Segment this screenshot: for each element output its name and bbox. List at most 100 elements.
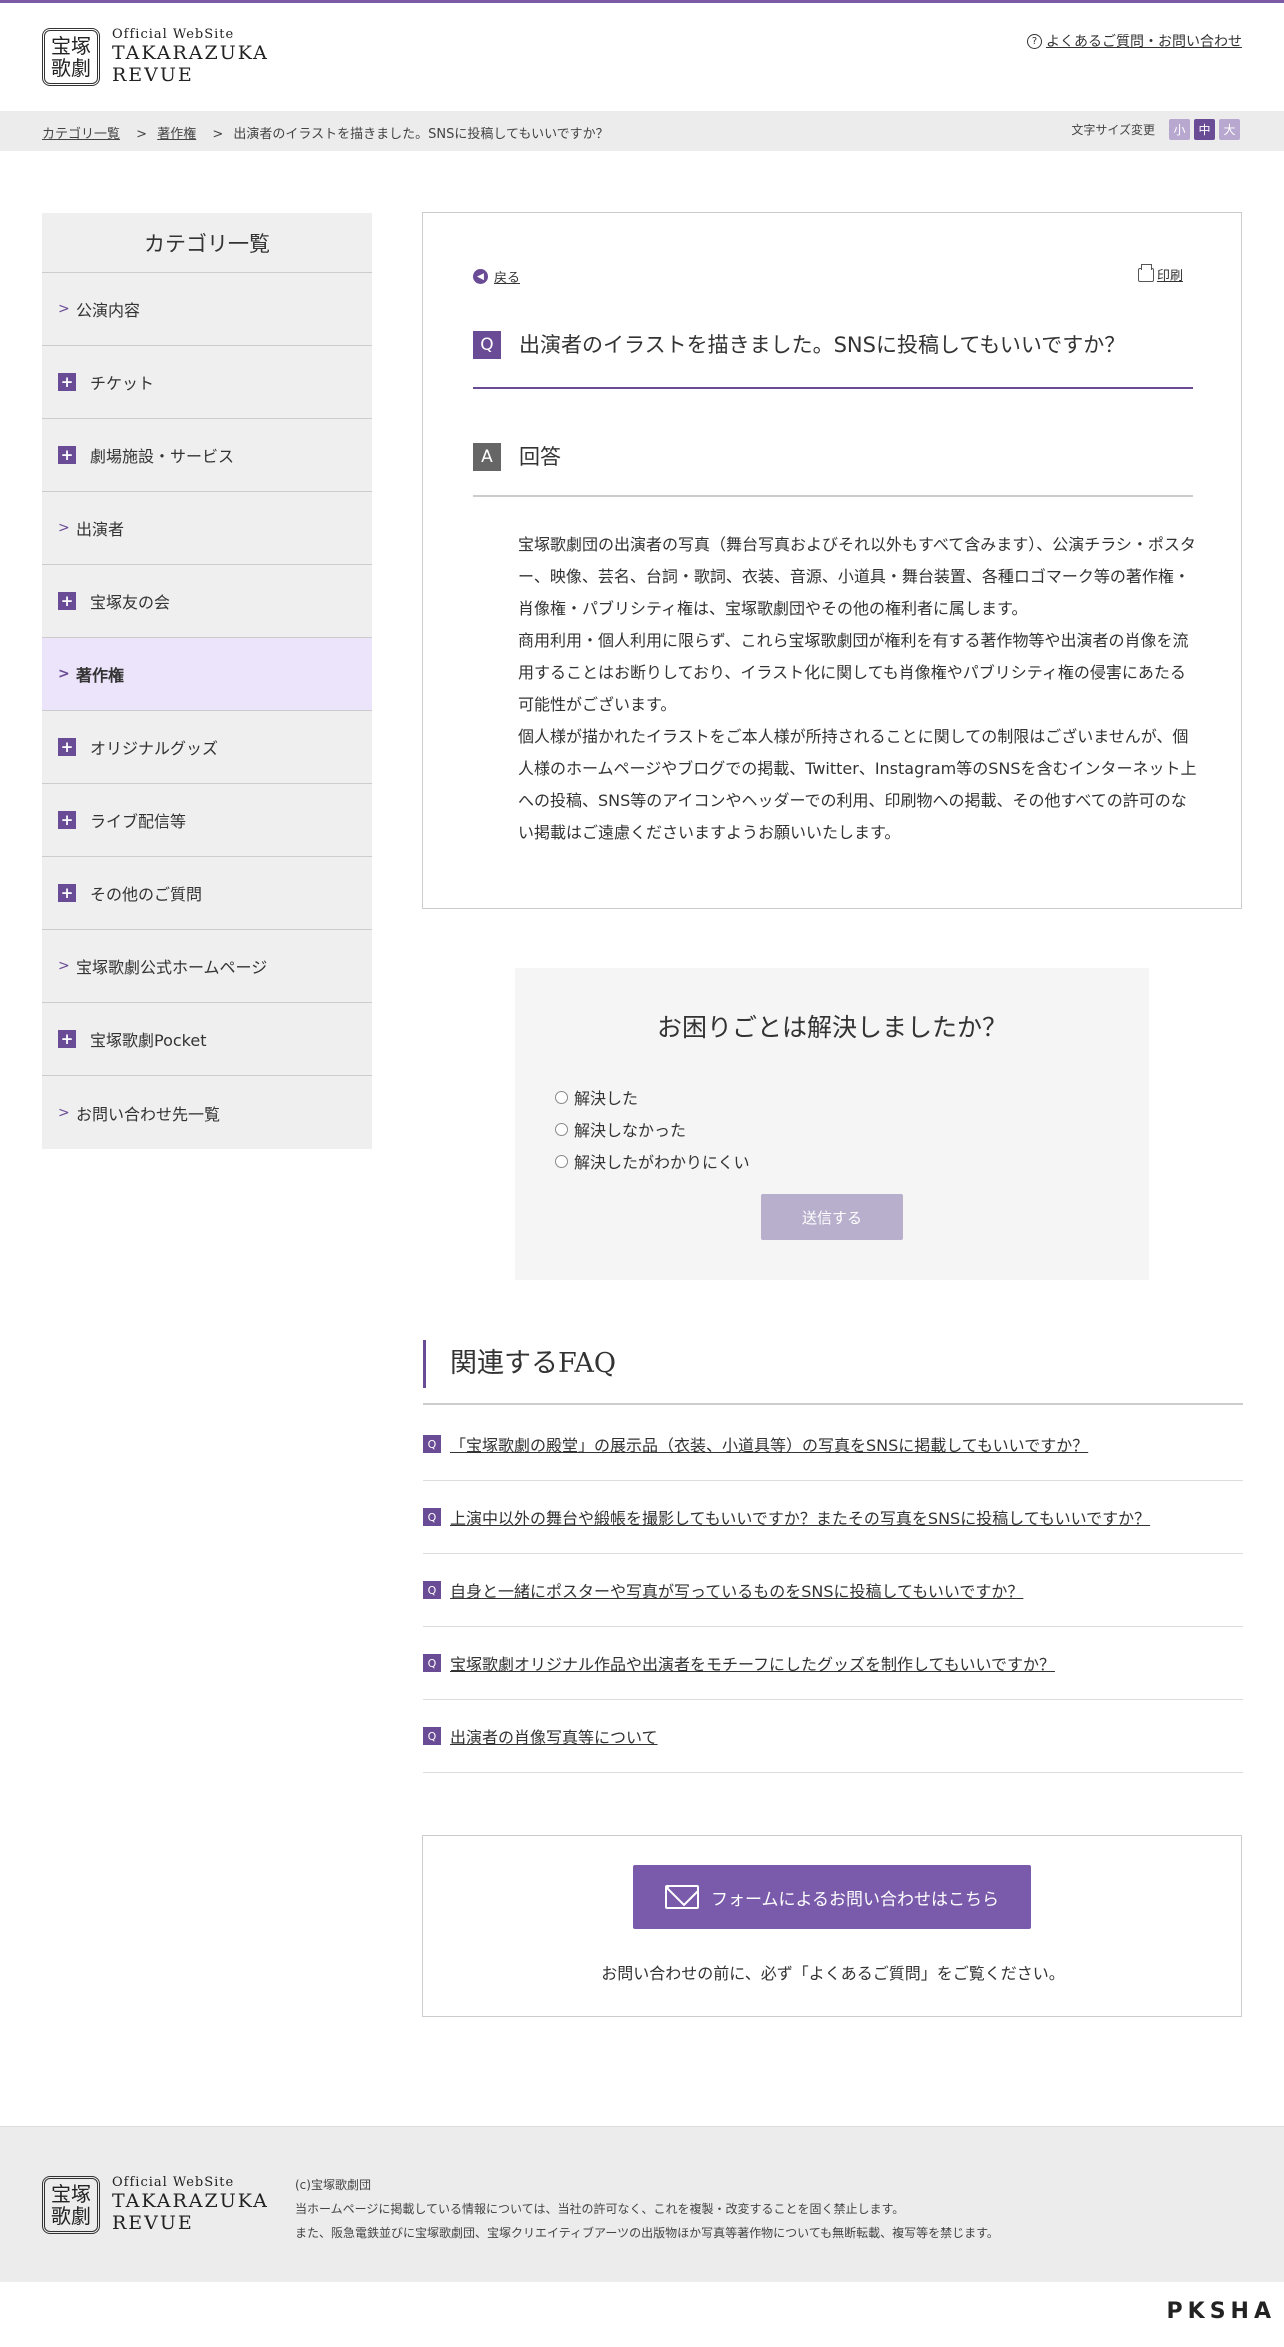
logo-subtitle: Official WebSite xyxy=(112,27,235,42)
logo-line1: TAKARAZUKA xyxy=(112,42,269,64)
logo-line2: REVUE xyxy=(112,2212,194,2234)
faq-contact-link[interactable]: ? よくあるご質問・お問い合わせ xyxy=(1027,31,1242,51)
sidebar-item-label: お問い合わせ先一覧 xyxy=(76,1104,221,1124)
footer-notice-2: また、阪急電鉄並びに宝塚歌劇団、宝塚クリエイティブアーツの出版物ほか写真等著作物… xyxy=(295,2226,999,2240)
breadcrumb-separator: > xyxy=(212,127,224,142)
footer-logo-text: Official WebSite TAKARAZUKA REVUE xyxy=(112,2175,269,2234)
question-badge-icon: Q xyxy=(423,1435,441,1453)
related-faq-link[interactable]: 出演者の肖像写真等について xyxy=(450,1724,658,1748)
related-faq-link[interactable]: 自身と一緒にポスターや写真が写っているものをSNSに投稿してもいいですか？ xyxy=(450,1578,1023,1602)
sidebar-item-performances[interactable]: > 公演内容 xyxy=(42,273,372,346)
footer-logo[interactable]: 宝塚歌劇 Official WebSite TAKARAZUKA REVUE xyxy=(42,2175,269,2234)
related-faq-link[interactable]: 上演中以外の舞台や緞帳を撮影してもいいですか？またその写真をSNSに投稿してもい… xyxy=(450,1505,1150,1529)
chevron-right-icon: > xyxy=(58,301,70,317)
breadcrumb-current: 出演者のイラストを描きました。SNSに投稿してもいいですか？ xyxy=(233,127,609,142)
radio-button[interactable] xyxy=(555,1090,568,1104)
survey-submit-button[interactable]: 送信する xyxy=(761,1194,903,1240)
related-faq-divider xyxy=(423,1403,1243,1405)
plus-icon[interactable]: + xyxy=(58,1030,76,1048)
survey-options: 解決した 解決しなかった 解決したがわかりにくい xyxy=(555,1081,750,1177)
related-faq-item[interactable]: Q 上演中以外の舞台や緞帳を撮影してもいいですか？またその写真をSNSに投稿しても… xyxy=(423,1481,1243,1554)
sidebar-item-original-goods[interactable]: + オリジナルグッズ xyxy=(42,711,372,784)
font-size-medium-button[interactable]: 中 xyxy=(1194,119,1215,140)
answer-paragraph: 宝塚歌劇団の出演者の写真（舞台写真およびそれ以外もすべて含みます）、公演チラシ・… xyxy=(518,535,1196,618)
related-faq-item[interactable]: Q 出演者の肖像写真等について xyxy=(423,1700,1243,1773)
plus-icon[interactable]: + xyxy=(58,811,76,829)
sidebar-item-facilities[interactable]: + 劇場施設・サービス xyxy=(42,419,372,492)
breadcrumb-separator: > xyxy=(136,127,148,142)
question-badge-icon: Q xyxy=(423,1581,441,1599)
related-faq-link[interactable]: 宝塚歌劇オリジナル作品や出演者をモチーフにしたグッズを制作してもいいですか？ xyxy=(450,1651,1055,1675)
font-size-large-button[interactable]: 大 xyxy=(1219,119,1240,140)
breadcrumb-copyright[interactable]: 著作権 xyxy=(157,127,196,142)
back-arrow-icon: ◀ xyxy=(473,269,488,284)
related-faq-item[interactable]: Q 「宝塚歌劇の殿堂」の展示品（衣装、小道具等）の写真をSNSに掲載してもいいです… xyxy=(423,1408,1243,1481)
chevron-right-icon: > xyxy=(58,666,70,682)
font-size-small-button[interactable]: 小 xyxy=(1169,119,1190,140)
back-link-label: 戻る xyxy=(494,271,521,286)
breadcrumb-category-list[interactable]: カテゴリ一覧 xyxy=(42,127,120,142)
related-faq-item[interactable]: Q 自身と一緒にポスターや写真が写っているものをSNSに投稿してもいいですか？ xyxy=(423,1554,1243,1627)
mail-icon xyxy=(665,1885,699,1909)
sidebar-item-label: その他のご質問 xyxy=(90,885,203,904)
sidebar-item-tomonokai[interactable]: + 宝塚友の会 xyxy=(42,565,372,638)
survey-option-not-resolved[interactable]: 解決しなかった xyxy=(555,1113,750,1145)
question-badge: Q xyxy=(473,331,501,359)
question-badge-icon: Q xyxy=(423,1508,441,1526)
logo-subtitle: Official WebSite xyxy=(112,2175,235,2190)
breadcrumb: カテゴリ一覧 > 著作権 > 出演者のイラストを描きました。SNSに投稿してもい… xyxy=(42,123,609,142)
sidebar-item-official-homepage[interactable]: > 宝塚歌劇公式ホームページ xyxy=(42,930,372,1003)
survey-option-label: 解決した xyxy=(574,1089,639,1108)
printer-icon xyxy=(1137,263,1154,282)
related-faq-title: 関連するFAQ xyxy=(423,1340,616,1388)
sidebar-item-live-streaming[interactable]: + ライブ配信等 xyxy=(42,784,372,857)
answer-heading-label: 回答 xyxy=(519,445,561,469)
site-footer: 宝塚歌劇 Official WebSite TAKARAZUKA REVUE (… xyxy=(0,2126,1284,2282)
contact-box: フォームによるお問い合わせはこちら お問い合わせの前に、必ず「よくあるご質問」を… xyxy=(422,1835,1242,2017)
radio-button[interactable] xyxy=(555,1154,568,1168)
radio-button[interactable] xyxy=(555,1122,568,1136)
contact-note: お問い合わせの前に、必ず「よくあるご質問」をご覧ください。 xyxy=(601,1964,1065,1983)
plus-icon[interactable]: + xyxy=(58,373,76,391)
sidebar-item-label: 宝塚歌劇Pocket xyxy=(90,1031,207,1050)
print-link-label: 印刷 xyxy=(1156,269,1183,284)
plus-icon[interactable]: + xyxy=(58,446,76,464)
survey-option-resolved[interactable]: 解決した xyxy=(555,1081,750,1113)
sidebar-item-label: 出演者 xyxy=(76,520,125,539)
related-faq-item[interactable]: Q 宝塚歌劇オリジナル作品や出演者をモチーフにしたグッズを制作してもいいですか？ xyxy=(423,1627,1243,1700)
faq-contact-link-label: よくあるご質問・お問い合わせ xyxy=(1046,34,1242,50)
question-badge-icon: Q xyxy=(423,1654,441,1672)
sidebar-item-label: ライブ配信等 xyxy=(90,812,187,831)
answer-paragraph: 個人様が描かれたイラストをご本人様が所持されることに関しての制限はございませんが… xyxy=(518,727,1197,842)
sidebar-item-tickets[interactable]: + チケット xyxy=(42,346,372,419)
survey-option-label: 解決しなかった xyxy=(574,1121,687,1140)
back-link[interactable]: ◀ 戻る xyxy=(473,267,520,286)
survey-option-hard-to-understand[interactable]: 解決したがわかりにくい xyxy=(555,1145,750,1177)
logo-line2: REVUE xyxy=(112,64,194,86)
print-link[interactable]: 印刷 xyxy=(1137,263,1183,284)
footer-text: (c)宝塚歌劇団 当ホームページに掲載している情報については、当社の許可なく、こ… xyxy=(295,2173,999,2245)
sidebar-item-label: 公演内容 xyxy=(76,301,141,320)
answer-badge: A xyxy=(473,443,501,471)
sidebar-item-performers[interactable]: > 出演者 xyxy=(42,492,372,565)
logo-line1: TAKARAZUKA xyxy=(112,2190,269,2212)
answer-body: 宝塚歌劇団の出演者の写真（舞台写真およびそれ以外もすべて含みます）、公演チラシ・… xyxy=(518,529,1198,849)
related-faq-link[interactable]: 「宝塚歌劇の殿堂」の展示品（衣装、小道具等）の写真をSNSに掲載してもいいですか… xyxy=(450,1432,1088,1456)
logo-text: Official WebSite TAKARAZUKA REVUE xyxy=(112,27,269,86)
answer-paragraph: 商用利用・個人利用に限らず、これら宝塚歌劇団が権利を有する著作物等や出演者の肖像… xyxy=(518,631,1189,714)
chevron-right-icon: > xyxy=(58,520,70,536)
plus-icon[interactable]: + xyxy=(58,592,76,610)
contact-form-button[interactable]: フォームによるお問い合わせはこちら xyxy=(633,1865,1031,1929)
plus-icon[interactable]: + xyxy=(58,884,76,902)
sidebar-item-copyright[interactable]: > 著作権 xyxy=(42,638,372,711)
font-size-label: 文字サイズ変更 xyxy=(1071,123,1155,137)
sidebar-item-other-questions[interactable]: + その他のご質問 xyxy=(42,857,372,930)
sidebar-item-pocket[interactable]: + 宝塚歌劇Pocket xyxy=(42,1003,372,1076)
site-logo[interactable]: 宝塚歌劇 Official WebSite TAKARAZUKA REVUE xyxy=(42,27,269,86)
plus-icon[interactable]: + xyxy=(58,738,76,756)
sidebar-item-label: チケット xyxy=(90,374,155,393)
answer-heading: A 回答 xyxy=(473,443,1193,497)
sidebar-item-label: 宝塚友の会 xyxy=(90,593,171,612)
sidebar-item-contact-list[interactable]: > お問い合わせ先一覧 xyxy=(42,1076,372,1149)
related-faq-list: Q 「宝塚歌劇の殿堂」の展示品（衣装、小道具等）の写真をSNSに掲載してもいいです… xyxy=(423,1408,1243,1773)
